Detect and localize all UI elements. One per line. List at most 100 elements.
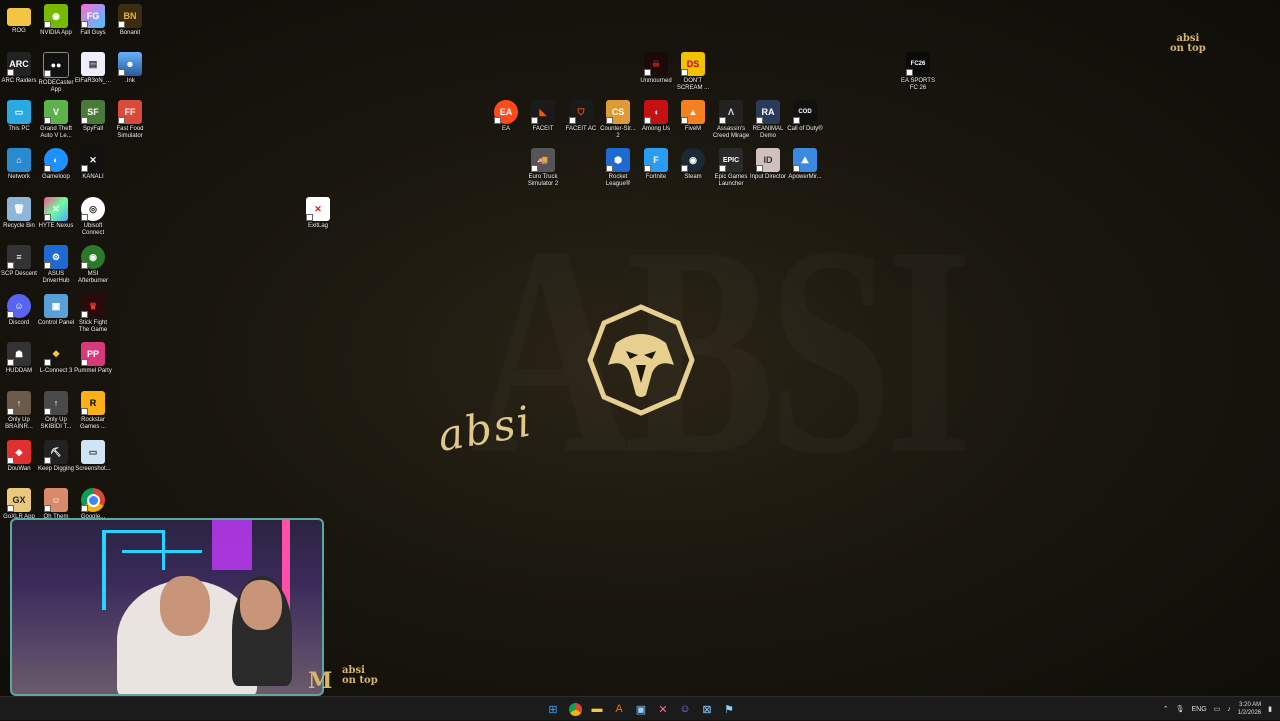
desktop-icon-hyte[interactable]: ✕ HYTE Nexus (37, 197, 75, 230)
hyte-icon: ✕ (44, 197, 68, 221)
fast-food-icon: FF (118, 100, 142, 124)
app-a-icon[interactable]: A (610, 700, 628, 718)
desktop-icon-dontscream[interactable]: DS DON'T SCREAM ... (674, 52, 712, 92)
desktop-icon-ea[interactable]: EA EA (487, 100, 525, 133)
desktop-icon-spyfall[interactable]: SF SpyFall (74, 100, 112, 133)
desktop-icon-discord[interactable]: ☺ Discord (0, 294, 38, 327)
desktop-icon-inputdirector[interactable]: ID Input Director (749, 148, 787, 181)
desktop-icon-rodecaster[interactable]: ●● RODECaster App (37, 52, 75, 94)
reanimal-icon: RA (756, 100, 780, 124)
desktop-icon-rockstar[interactable]: R Rockstar Games ... (74, 391, 112, 431)
icon-label: Only Up SKIBIDI T... (40, 417, 72, 430)
desktop-icon-nvidia[interactable]: ◉ NVIDIA App (37, 4, 75, 37)
app-x-icon[interactable]: ⊠ (698, 700, 716, 718)
desktop-icon-onlyup-brainrot[interactable]: ↑ Only Up BRAINR... (0, 391, 38, 431)
desktop-icon-easports[interactable]: FC26 EA SPORTS FC 26 (899, 52, 937, 92)
desktop-icon-unmourned[interactable]: ☠ Unmourned (637, 52, 675, 85)
file-explorer-icon[interactable]: ▬ (588, 700, 606, 718)
desktop-icon-ink[interactable]: ☻ .Ink (111, 52, 149, 85)
desktop-icon-msi[interactable]: ◉ MSI Afterburner (74, 245, 112, 285)
desktop-icon-goxlr[interactable]: GX GoXLR App (0, 488, 38, 521)
window-app-icon[interactable]: ▣ (632, 700, 650, 718)
desktop-icon-chrome[interactable]: Google... (74, 488, 112, 521)
desktop-icon-ubisoft[interactable]: ◎ Ubisoft Connect (74, 197, 112, 237)
folder-icon (7, 8, 31, 26)
desktop-icon-fortnite[interactable]: F Fortnite (637, 148, 675, 181)
icon-label: Euro Truck Simulator 2 (527, 174, 559, 187)
network-tray-icon[interactable]: ▭ (1214, 705, 1221, 713)
desktop-icon-onlyup-skibidi[interactable]: ↑ Only Up SKIBIDI T... (37, 391, 75, 431)
icon-label: Rocket League® (605, 174, 631, 187)
douwan-icon: ◈ (7, 440, 31, 464)
notification-icon[interactable]: ▮ (1268, 705, 1272, 713)
clock[interactable]: 3:20 AM 1/2/2026 (1238, 701, 1261, 717)
asus-icon: ⚙ (44, 245, 68, 269)
desktop-icon-recycle-bin[interactable]: 🗑 Recycle Bin (0, 197, 38, 230)
icon-label: RODECaster App (38, 80, 74, 93)
chrome-taskbar-icon[interactable] (566, 700, 584, 718)
rocket-league-icon: ⬢ (606, 148, 630, 172)
start-windows-icon[interactable]: ⊞ (544, 700, 562, 718)
language-indicator[interactable]: ENG (1191, 706, 1206, 713)
icon-label: ROG (12, 28, 26, 34)
desktop-icon-amongus[interactable]: ◖ Among Us (637, 100, 675, 133)
desktop-icon-elfar[interactable]: ▤ ElFaR3oN_... (74, 52, 112, 85)
desktop-icon-douwan[interactable]: ◈ DouWan (0, 440, 38, 473)
icon-label: Steam (684, 174, 702, 180)
lconnect-icon: ❖ (44, 342, 68, 366)
chrome-icon (81, 488, 105, 512)
file-icon: ▤ (81, 52, 105, 76)
desktop-icon-steam[interactable]: ◉ Steam (674, 148, 712, 181)
desktop-icon-asus[interactable]: ⚙ ASUS DriverHub (37, 245, 75, 285)
desktop-icon-bonanit[interactable]: BN Bonanit (111, 4, 149, 37)
desktop-icon-eurotruck[interactable]: 🚚 Euro Truck Simulator 2 (524, 148, 562, 188)
faceit-ac-icon: ⛉ (569, 100, 593, 124)
bottom-tag: absi on top (342, 666, 378, 686)
top-right-tag: absi on top (1170, 34, 1206, 54)
desktop-icon-cod[interactable]: COD Call of Duty® (786, 100, 824, 133)
discord-taskbar-icon[interactable]: ☺ (676, 700, 694, 718)
microphone-icon[interactable]: 🎙 (1176, 705, 1185, 713)
desktop-icon-rog[interactable]: ROG (0, 4, 38, 35)
hyte-taskbar-icon[interactable]: ✕ (654, 700, 672, 718)
desktop-icon-this-pc[interactable]: ▭ This PC (0, 100, 38, 133)
steam-taskbar-icon[interactable]: ⚑ (720, 700, 738, 718)
ea-icon: EA (494, 100, 518, 124)
desktop-icon-stickfight[interactable]: ♛ Stick Fight The Game (74, 294, 112, 334)
desktop-icon-control-panel[interactable]: ▦ Control Panel (37, 294, 75, 327)
desktop-icon-fastfood[interactable]: FF Fast Food Simulator (111, 100, 149, 140)
desktop-icon-screenshot[interactable]: ▭ Screenshot... (74, 440, 112, 473)
desktop-icon-huddam[interactable]: ☗ HUDDAM (0, 342, 38, 375)
desktop-icon-kanali[interactable]: ✕ KANALI (74, 148, 112, 181)
volume-icon[interactable]: ♪ (1227, 706, 1231, 713)
desktop-icon-lconnect[interactable]: ❖ L-Connect 3 (37, 342, 75, 375)
desktop-icon-rocket[interactable]: ⬢ Rocket League® (599, 148, 637, 188)
desktop-icon-scp[interactable]: ≡ SCP Descent (0, 245, 38, 278)
webcam-overlay (10, 518, 324, 696)
desktop-icon-gta[interactable]: V Grand Theft Auto V Le... (37, 100, 75, 140)
desktop-icon-fivem[interactable]: ▲ FiveM (674, 100, 712, 133)
icon-label: Fortnite (645, 174, 667, 180)
icon-label: Grand Theft Auto V Le... (40, 126, 72, 139)
desktop-icon-reanimal[interactable]: RA REANIMAL Demo (749, 100, 787, 140)
desktop-icon-network[interactable]: ⌂ Network (0, 148, 38, 181)
desktop-icon-exitlag[interactable]: ✕ ExitLag (299, 197, 337, 230)
desktop-icon-keepdigging[interactable]: ⛏ Keep Digging (37, 440, 75, 473)
icon-label: Gameloop (42, 174, 70, 180)
desktop-icon-epic[interactable]: EPIC Epic Games Launcher (712, 148, 750, 188)
arc-raiders-icon: ARC (7, 52, 31, 76)
icon-label: Discord (8, 320, 30, 326)
desktop-icon-faceitac[interactable]: ⛉ FACEIT AC (562, 100, 600, 133)
only-up-skibidi-icon: ↑ (44, 391, 68, 415)
desktop-icon-faceit[interactable]: ◣ FACEIT (524, 100, 562, 133)
chevron-up-icon[interactable]: ⌃ (1163, 705, 1169, 713)
recycle-bin-icon: 🗑 (7, 197, 31, 221)
desktop-icon-arc-raiders[interactable]: ARC ARC Raiders (0, 52, 38, 85)
desktop-icon-fallguys[interactable]: FG Fall Guys (74, 4, 112, 37)
icon-label: SpyFall (82, 126, 103, 132)
desktop-icon-assassin[interactable]: Λ Assassin's Creed Mirage (712, 100, 750, 140)
desktop-icon-pummel[interactable]: PP Pummel Party (74, 342, 112, 375)
desktop-icon-apower[interactable]: ⛰ ApowerMir... (786, 148, 824, 181)
desktop-icon-counterstrike[interactable]: CS Counter-Str... 2 (599, 100, 637, 140)
desktop-icon-gameloop[interactable]: ◐ Gameloop (37, 148, 75, 181)
